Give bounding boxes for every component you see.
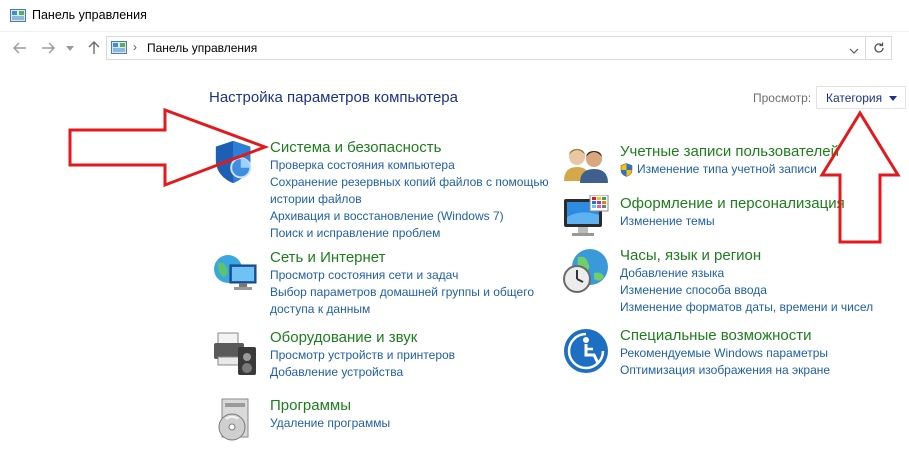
control-panel-icon [111, 41, 127, 54]
link-date-formats[interactable]: Изменение форматов даты, времени и чисел [620, 299, 873, 316]
monitor-palette-icon [564, 195, 609, 236]
link-optimize-display[interactable]: Оптимизация изображения на экране [620, 362, 830, 379]
link-recommended-settings[interactable]: Рекомендуемые Windows параметры [620, 345, 830, 362]
programs-disc-icon [218, 398, 249, 441]
navigation-bar: › Панель управления [0, 32, 909, 64]
clock-globe-icon [563, 249, 608, 293]
heading-system-security[interactable]: Система и безопасность [270, 139, 549, 157]
printer-speaker-icon [214, 332, 256, 375]
link-change-theme[interactable]: Изменение темы [620, 213, 845, 230]
category-network-internet: Сеть и Интернет Просмотр состояния сети … [212, 249, 552, 319]
heading-appearance[interactable]: Оформление и персонализация [620, 195, 845, 213]
refresh-button[interactable] [866, 36, 892, 60]
category-hardware-sound: Оборудование и звук Просмотр устройств и… [212, 329, 552, 384]
link-change-account-type-text[interactable]: Изменение типа учетной записи [637, 162, 817, 176]
link-input-method[interactable]: Изменение способа ввода [620, 282, 873, 299]
refresh-icon [873, 42, 884, 53]
link-check-status[interactable]: Проверка состояния компьютера [270, 157, 549, 174]
category-ease-of-access: Специальные возможности Рекомендуемые Wi… [562, 327, 902, 382]
up-arrow-icon [88, 41, 100, 54]
category-user-accounts: Учетные записи пользователей Изменение т… [562, 143, 902, 188]
link-homegroup-1[interactable]: Выбор параметров домашней группы и общег… [270, 284, 534, 301]
heading-hardware-sound[interactable]: Оборудование и звук [270, 329, 455, 347]
forward-arrow-icon [42, 42, 55, 54]
link-file-history-1[interactable]: Сохранение резервных копий файлов с помо… [270, 174, 549, 191]
link-add-language[interactable]: Добавление языка [620, 265, 873, 282]
control-panel-icon [10, 9, 26, 22]
heading-user-accounts[interactable]: Учетные записи пользователей [620, 143, 839, 161]
heading-clock-region[interactable]: Часы, язык и регион [620, 247, 873, 265]
link-uninstall-program[interactable]: Удаление программы [270, 415, 390, 432]
view-by-label: Просмотр: [753, 91, 812, 105]
title-bar: Панель управления [0, 0, 909, 32]
back-arrow-icon [13, 42, 26, 54]
category-clock-language-region: Часы, язык и регион Добавление языка Изм… [562, 247, 902, 319]
link-troubleshoot[interactable]: Поиск и исправление проблем [270, 225, 549, 242]
shield-icon [215, 140, 252, 184]
breadcrumb[interactable]: Панель управления [147, 41, 257, 55]
view-by-dropdown[interactable]: Категория [816, 86, 906, 109]
users-icon [564, 149, 608, 183]
page-title: Настройка параметров компьютера [209, 89, 458, 106]
chevron-down-icon [66, 45, 74, 51]
heading-programs[interactable]: Программы [270, 397, 390, 415]
link-network-status[interactable]: Просмотр состояния сети и задач [270, 267, 534, 284]
uac-shield-icon [620, 163, 633, 177]
category-system-security: Система и безопасность Проверка состояни… [212, 139, 552, 242]
link-homegroup-2[interactable]: доступа к данным [270, 301, 534, 318]
address-bar[interactable]: › Панель управления [106, 36, 866, 60]
category-programs: Программы Удаление программы [212, 397, 552, 442]
back-button[interactable] [10, 38, 30, 58]
address-dropdown-button[interactable] [849, 41, 859, 59]
link-backup-restore[interactable]: Архивация и восстановление (Windows 7) [270, 208, 549, 225]
breadcrumb-separator[interactable]: › [133, 40, 137, 54]
link-add-device[interactable]: Добавление устройства [270, 364, 455, 381]
forward-button[interactable] [38, 38, 58, 58]
view-by-value[interactable]: Категория [826, 91, 882, 105]
heading-network-internet[interactable]: Сеть и Интернет [270, 249, 534, 267]
link-devices-printers[interactable]: Просмотр устройств и принтеров [270, 347, 455, 364]
chevron-down-icon [849, 48, 859, 54]
category-appearance: Оформление и персонализация Изменение те… [562, 195, 902, 243]
accessibility-icon [564, 329, 608, 373]
caret-down-icon [889, 96, 897, 101]
up-button[interactable] [84, 38, 104, 58]
window-title: Панель управления [32, 8, 147, 22]
network-globe-icon [214, 255, 257, 290]
link-file-history-2[interactable]: истории файлов [270, 191, 549, 208]
link-change-account-type[interactable]: Изменение типа учетной записи [620, 161, 839, 178]
heading-ease-of-access[interactable]: Специальные возможности [620, 327, 830, 345]
recent-locations-button[interactable] [63, 38, 77, 58]
